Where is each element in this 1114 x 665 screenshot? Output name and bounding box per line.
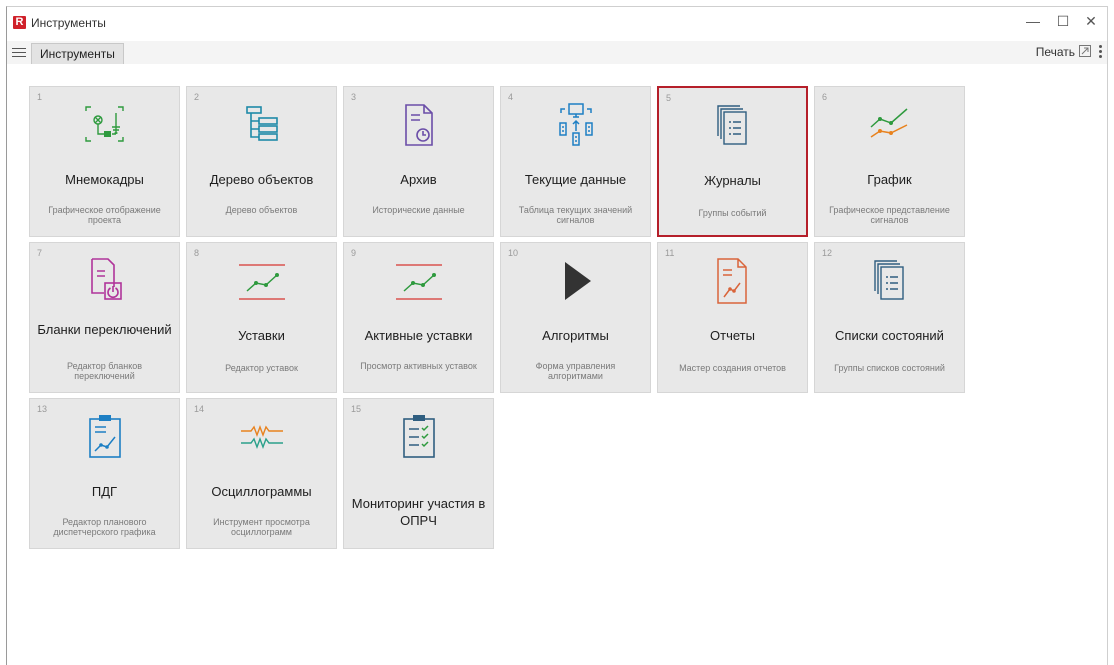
chart-icon (863, 101, 917, 149)
tile-title: График (867, 172, 912, 187)
tile-title: Уставки (238, 328, 285, 343)
tile-description: Форма управления алгоритмами (535, 361, 616, 381)
tile-title: Отчеты (710, 328, 755, 343)
tile-title: Алгоритмы (542, 328, 609, 343)
journals-icon (706, 102, 760, 150)
tile-number: 2 (194, 92, 200, 102)
tile-description: Инструмент просмотра осциллограмм (213, 517, 310, 537)
tile-oscillograms[interactable]: 14 Осциллограммы Инструмент просмотра ос… (186, 398, 337, 549)
archive-icon (392, 101, 446, 149)
tile-description: Просмотр активных уставок (360, 361, 477, 371)
more-options-icon[interactable] (1097, 43, 1103, 61)
tile-number: 13 (37, 404, 48, 414)
tile-description: Редактор бланков переключений (66, 361, 143, 381)
window-title: Инструменты (31, 16, 106, 30)
tile-number: 10 (508, 248, 519, 258)
tile-number: 11 (665, 248, 675, 258)
tile-title: Архив (400, 172, 437, 187)
reports-icon (706, 257, 760, 305)
current-data-icon (549, 101, 603, 149)
tile-mnemo[interactable]: 1 Мнемокадры Графическое отображение про… (29, 86, 180, 237)
active-setpoints-icon (392, 257, 446, 305)
tile-description: Редактор уставок (225, 363, 298, 373)
state-lists-icon (863, 257, 917, 305)
tile-chart[interactable]: 6 График Графическое представление сигна… (814, 86, 965, 237)
tile-archive[interactable]: 3 Архив Исторические данные (343, 86, 494, 237)
tile-title: Дерево объектов (209, 172, 314, 187)
switch-forms-icon (78, 257, 132, 305)
tile-description: Таблица текущих значений сигналов (518, 205, 633, 225)
tile-journals[interactable]: 5 Журналы Группы событий (657, 86, 808, 237)
title-bar: R Инструменты — ☐ ✕ (7, 7, 1107, 41)
close-button[interactable]: ✕ (1077, 11, 1105, 31)
play-icon (549, 257, 603, 305)
tile-title: Текущие данные (524, 172, 627, 187)
tile-title: Мнемокадры (65, 172, 144, 187)
menu-bar: Инструменты Печать (7, 41, 1107, 64)
tile-number: 7 (37, 248, 43, 258)
print-button[interactable]: Печать (1036, 45, 1075, 59)
app-logo: R (13, 16, 26, 29)
tile-description: Группы списков состояний (834, 363, 945, 373)
tile-object-tree[interactable]: 2 Дерево объектов Дерево объектов (186, 86, 337, 237)
tile-number: 3 (351, 92, 357, 102)
tile-number: 9 (351, 248, 357, 258)
monitoring-checklist-icon (392, 413, 446, 461)
tile-description: Мастер создания отчетов (679, 363, 786, 373)
minimize-button[interactable]: — (1019, 11, 1047, 31)
tile-number: 14 (194, 404, 205, 414)
tile-description: Графическое представление сигналов (829, 205, 950, 225)
setpoints-icon (235, 257, 289, 305)
tile-title: Списки состояний (835, 328, 944, 343)
mnemo-icon (78, 101, 132, 149)
tile-switch-forms[interactable]: 7 Бланки переключений Редактор бланков п… (29, 242, 180, 393)
tile-state-lists[interactable]: 12 Списки состояний Группы списков состо… (814, 242, 965, 393)
tile-description: Дерево объектов (225, 205, 298, 215)
tile-number: 12 (822, 248, 833, 258)
tile-active-setpoints[interactable]: 9 Активные уставки Просмотр активных уст… (343, 242, 494, 393)
tile-title: Журналы (704, 173, 761, 188)
tile-algorithms[interactable]: 10 Алгоритмы Форма управления алгоритмам… (500, 242, 651, 393)
oscillogram-icon (235, 413, 289, 461)
tile-number: 5 (666, 93, 672, 103)
tile-title: Мониторинг участия в ОПРЧ (351, 496, 486, 528)
tile-number: 1 (37, 92, 43, 102)
tile-number: 6 (822, 92, 828, 102)
tools-grid: 1 Мнемокадры Графическое отображение про… (29, 86, 965, 549)
maximize-button[interactable]: ☐ (1049, 11, 1077, 31)
tile-title: ПДГ (91, 484, 118, 499)
tile-description: Графическое отображение проекта (48, 205, 161, 225)
tile-number: 4 (508, 92, 514, 102)
pdg-icon (78, 413, 132, 461)
tile-title: Осциллограммы (211, 484, 312, 499)
tile-title: Бланки переключений (37, 322, 172, 337)
app-window: R Инструменты — ☐ ✕ Инструменты Печать 1 (6, 6, 1108, 665)
tile-description: Группы событий (698, 208, 767, 218)
expand-icon[interactable] (1079, 45, 1091, 57)
tile-setpoints[interactable]: 8 Уставки Редактор уставок (186, 242, 337, 393)
tile-description: Редактор планового диспетчерского график… (53, 517, 156, 537)
tile-reports[interactable]: 11 Отчеты Мастер создания отчетов (657, 242, 808, 393)
tree-icon (235, 101, 289, 149)
tile-description: Исторические данные (372, 205, 465, 215)
tile-number: 15 (351, 404, 362, 414)
tab-tools[interactable]: Инструменты (31, 43, 124, 64)
tile-number: 8 (194, 248, 200, 258)
tile-current-data[interactable]: 4 Текущие данные Таблица текущих значени… (500, 86, 651, 237)
tile-title: Активные уставки (364, 328, 473, 343)
tile-oprch-monitoring[interactable]: 15 Мониторинг участия в ОПРЧ (343, 398, 494, 549)
tile-pdg[interactable]: 13 ПДГ Редактор планового диспетчерского… (29, 398, 180, 549)
hamburger-menu-icon[interactable] (12, 45, 26, 59)
